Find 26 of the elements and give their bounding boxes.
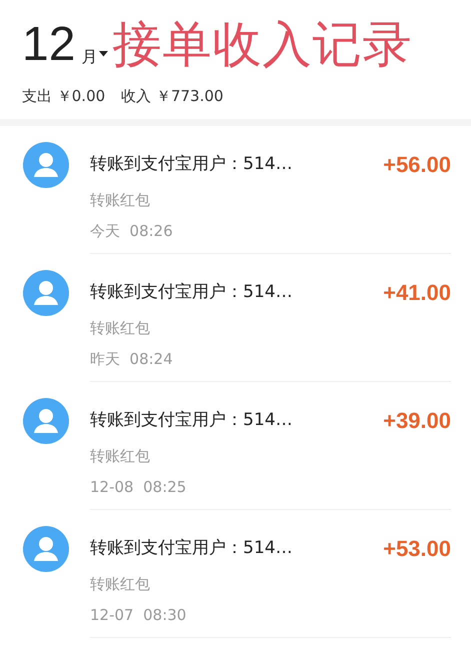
record-amount: +56.00 <box>383 151 451 179</box>
avatar-icon <box>23 526 69 572</box>
record-title: 转账到支付宝用户：514… <box>90 280 292 304</box>
record-title: 转账到支付宝用户：514… <box>90 536 292 560</box>
record-time: 12-07 08:30 <box>90 604 188 626</box>
record-amount: +53.00 <box>383 535 451 563</box>
record-amount: +39.00 <box>383 407 451 435</box>
month-unit[interactable]: 月 <box>81 45 98 69</box>
avatar-icon <box>23 142 69 188</box>
record-title: 转账到支付宝用户：514… <box>90 152 292 176</box>
avatar-icon <box>23 398 69 444</box>
avatar-icon <box>23 270 69 316</box>
record-type: 转账红包 <box>90 446 151 467</box>
income-summary: 收入 ￥773.00 <box>121 86 224 107</box>
expense-summary: 支出 ￥0.00 <box>22 86 106 107</box>
record-type: 转账红包 <box>90 190 151 211</box>
caret-icon[interactable] <box>99 51 108 57</box>
overlay-title: 接单收入记录 <box>112 20 412 69</box>
record-time: 昨天 08:24 <box>90 348 174 370</box>
record-amount: +41.00 <box>383 279 451 307</box>
month-number[interactable]: 12 <box>22 21 76 69</box>
record-title: 转账到支付宝用户：514… <box>90 408 292 432</box>
record-time: 今天 08:26 <box>90 220 174 242</box>
record-type: 转账红包 <box>90 574 151 595</box>
record-time: 12-08 08:25 <box>90 476 188 498</box>
record-type: 转账红包 <box>90 318 151 339</box>
